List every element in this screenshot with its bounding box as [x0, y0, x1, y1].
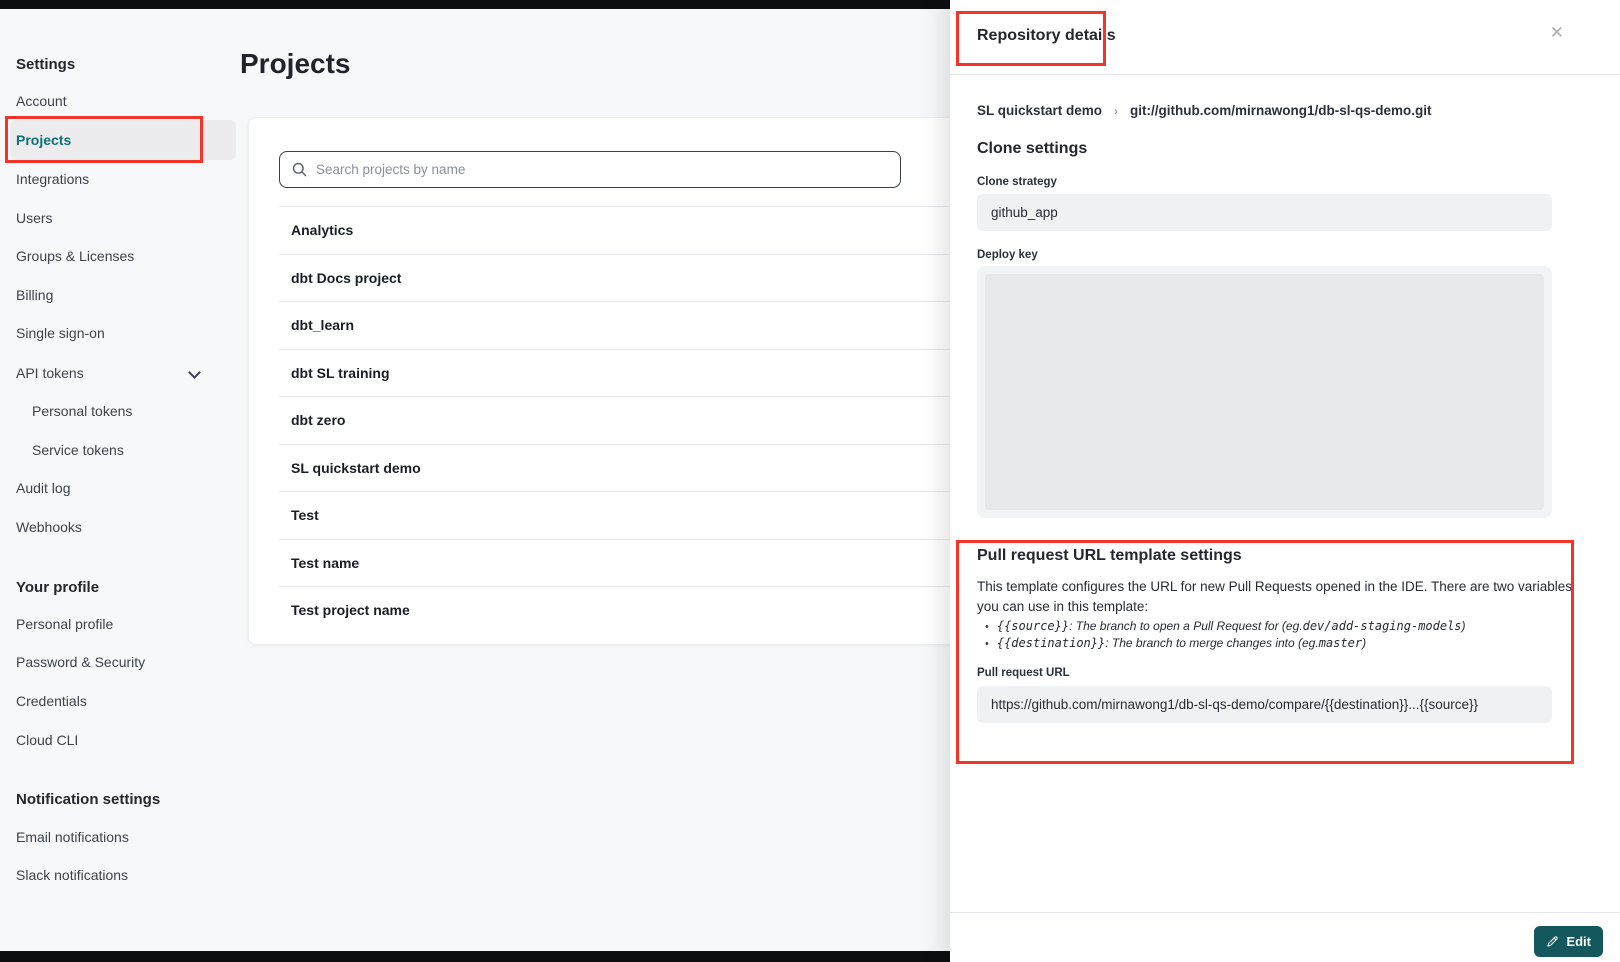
- sidebar-item-slack-notifications[interactable]: Slack notifications: [16, 867, 128, 883]
- sidebar-item-projects[interactable]: Projects: [16, 132, 71, 148]
- sidebar-item-credentials[interactable]: Credentials: [16, 693, 87, 709]
- sidebar-item-password-security[interactable]: Password & Security: [16, 654, 145, 670]
- source-variable-suffix: ): [1462, 618, 1466, 634]
- pr-template-bullets: • {{source}} : The branch to open a Pull…: [981, 618, 1571, 652]
- pr-template-heading: Pull request URL template settings: [977, 547, 1242, 565]
- clone-strategy-label: Clone strategy: [977, 176, 1057, 188]
- pr-template-description: This template configures the URL for new…: [977, 577, 1573, 617]
- source-variable-text: : The branch to open a Pull Request for …: [1069, 618, 1302, 634]
- sidebar-item-integrations[interactable]: Integrations: [16, 171, 89, 187]
- sidebar-item-api-tokens[interactable]: API tokens: [16, 365, 84, 381]
- panel-header: Repository details ✕: [950, 0, 1620, 75]
- panel-title: Repository details: [977, 27, 1116, 45]
- destination-variable-code: {{destination}}: [997, 635, 1105, 651]
- deploy-key-redacted-content: [985, 274, 1544, 510]
- bullet-dot: •: [985, 619, 989, 635]
- source-variable-code: {{source}}: [997, 618, 1069, 634]
- clone-strategy-field: github_app: [977, 194, 1552, 231]
- breadcrumb-repo-url: git://github.com/mirnawong1/db-sl-qs-dem…: [1130, 103, 1431, 118]
- pull-request-url-field: https://github.com/mirnawong1/db-sl-qs-d…: [977, 686, 1552, 723]
- bullet-source: • {{source}} : The branch to open a Pull…: [981, 618, 1571, 635]
- sidebar-heading-settings: Settings: [16, 56, 75, 73]
- source-variable-example: dev/add-staging-models: [1303, 618, 1462, 634]
- project-search[interactable]: [279, 151, 901, 188]
- sidebar-item-billing[interactable]: Billing: [16, 287, 53, 303]
- destination-variable-text: : The branch to merge changes into (eg.: [1105, 635, 1318, 651]
- bullet-destination: • {{destination}} : The branch to merge …: [981, 635, 1571, 652]
- sidebar-item-cloud-cli[interactable]: Cloud CLI: [16, 732, 78, 748]
- destination-variable-example: master: [1319, 635, 1362, 651]
- chevron-down-icon[interactable]: [188, 366, 201, 379]
- close-icon[interactable]: ✕: [1550, 23, 1564, 43]
- sidebar-item-account[interactable]: Account: [16, 93, 67, 109]
- breadcrumb: SL quickstart demo › git://github.com/mi…: [977, 103, 1432, 118]
- sidebar-heading-your-profile: Your profile: [16, 579, 99, 596]
- pull-request-url-label: Pull request URL: [977, 667, 1070, 679]
- sidebar-heading-notification-settings: Notification settings: [16, 791, 160, 808]
- deploy-key-label: Deploy key: [977, 249, 1038, 261]
- edit-button[interactable]: Edit: [1534, 926, 1603, 957]
- sidebar-item-personal-profile[interactable]: Personal profile: [16, 616, 113, 632]
- deploy-key-field: [977, 266, 1552, 518]
- sidebar-item-personal-tokens[interactable]: Personal tokens: [32, 403, 132, 419]
- search-input[interactable]: [316, 162, 888, 177]
- sidebar-item-service-tokens[interactable]: Service tokens: [32, 442, 124, 458]
- settings-sidebar: Settings Account Projects Integrations U…: [0, 0, 240, 962]
- sidebar-item-webhooks[interactable]: Webhooks: [16, 519, 82, 535]
- sidebar-item-email-notifications[interactable]: Email notifications: [16, 829, 129, 845]
- clone-settings-heading: Clone settings: [977, 140, 1087, 158]
- pull-request-url-value: https://github.com/mirnawong1/db-sl-qs-d…: [991, 697, 1478, 712]
- breadcrumb-project-name: SL quickstart demo: [977, 103, 1102, 118]
- panel-footer: Edit: [950, 912, 1620, 962]
- edit-button-label: Edit: [1566, 934, 1591, 949]
- sidebar-item-groups-licenses[interactable]: Groups & Licenses: [16, 248, 134, 264]
- pencil-icon: [1546, 935, 1559, 948]
- sidebar-item-single-sign-on[interactable]: Single sign-on: [16, 325, 105, 341]
- repository-details-panel: Repository details ✕ SL quickstart demo …: [950, 0, 1620, 962]
- search-icon: [292, 162, 307, 177]
- bullet-dot: •: [985, 636, 989, 652]
- page-title: Projects: [240, 48, 351, 80]
- destination-variable-suffix: ): [1362, 635, 1366, 651]
- sidebar-item-audit-log[interactable]: Audit log: [16, 480, 70, 496]
- sidebar-item-users[interactable]: Users: [16, 210, 53, 226]
- clone-strategy-value: github_app: [991, 205, 1058, 220]
- breadcrumb-separator-icon: ›: [1114, 104, 1118, 118]
